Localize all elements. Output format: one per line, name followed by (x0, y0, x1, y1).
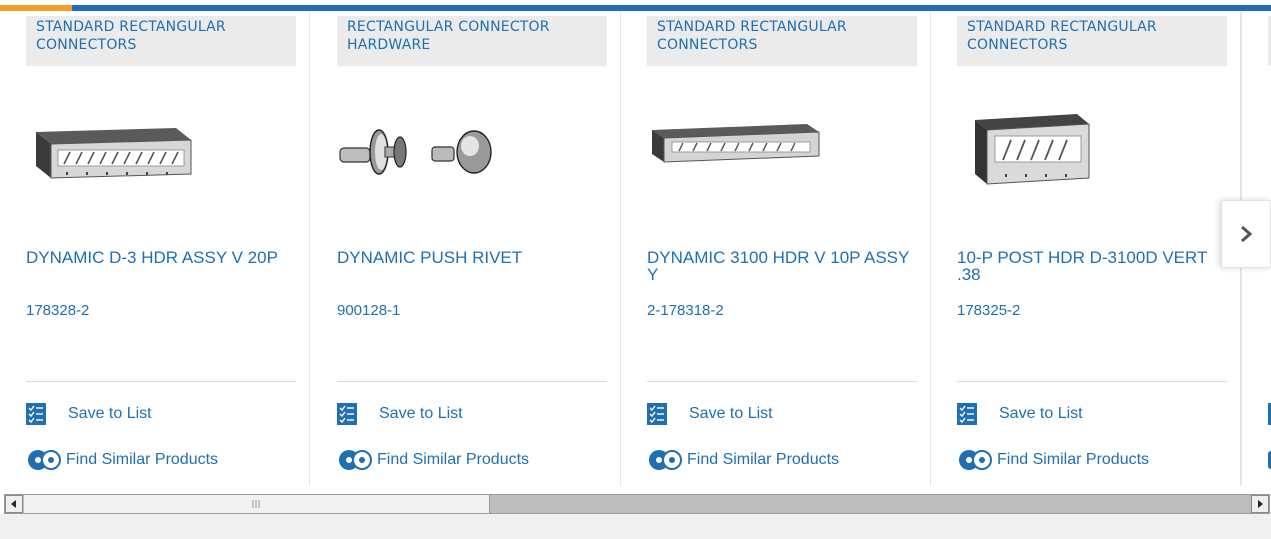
accent-bar-orange (0, 5, 72, 11)
grip-icon (252, 500, 260, 508)
product-card: RECTANGULAR CONNECTOR HARDWARE DYNAMIC P… (311, 12, 621, 486)
find-similar-products-button[interactable]: Find Similar Products (647, 449, 839, 471)
horizontal-scrollbar[interactable] (4, 494, 1270, 514)
find-similar-products-label: Find Similar Products (997, 451, 1150, 468)
find-similar-products-button[interactable]: Find Similar Products (337, 449, 529, 471)
save-to-list-button[interactable]: Save to List (647, 403, 773, 425)
product-name-link[interactable]: DYNAMIC 3100 HDR V 10P ASSY Y (647, 249, 922, 283)
top-accent-bar (0, 0, 1271, 12)
product-category-link[interactable]: STANDARD RECTANGULAR CONNECTORS (957, 16, 1227, 66)
find-similar-products-button[interactable]: Find Similar Products (26, 449, 218, 471)
product-card: STANDARD RECTANGULAR CONNECTORS 10-P POS… (931, 12, 1241, 486)
part-number-link[interactable]: 178325-2 (957, 302, 1020, 319)
similar-products-icon (339, 450, 372, 470)
product-category-link[interactable]: STANDARD RECTANGULAR CONNECTORS (26, 16, 296, 66)
save-to-list-label: Save to List (999, 405, 1083, 422)
scroll-right-button[interactable] (1251, 495, 1269, 513)
product-name-link[interactable]: DYNAMIC PUSH RIVET (337, 249, 612, 266)
chevron-right-icon (1241, 225, 1253, 243)
scrollbar-thumb[interactable] (24, 495, 490, 513)
similar-products-icon (959, 450, 992, 470)
arrow-left-icon (11, 500, 16, 508)
product-card: STANDARD RECTANGULAR CONNECTORS DYNAMIC … (621, 12, 931, 486)
part-number-link[interactable]: 2-178318-2 (647, 302, 724, 319)
similar-products-icon (649, 450, 682, 470)
product-category-link[interactable]: RECTANGULAR CONNECTOR HARDWARE (337, 16, 607, 66)
checklist-icon (337, 403, 357, 425)
product-image[interactable] (26, 102, 206, 192)
save-to-list-button[interactable]: Save to List (26, 403, 152, 425)
find-similar-products-button[interactable]: Find Similar Products (957, 449, 1149, 471)
divider (957, 381, 1227, 382)
carousel-next-button[interactable] (1221, 200, 1271, 268)
find-similar-products-label: Find Similar Products (377, 451, 530, 468)
product-image[interactable] (957, 102, 1137, 192)
scroll-left-button[interactable] (5, 495, 23, 513)
part-number-link[interactable]: 178328-2 (26, 302, 89, 319)
find-similar-products-label: Find Similar Products (66, 451, 219, 468)
product-name-link[interactable]: DYNAMIC D-3 HDR ASSY V 20P (26, 249, 301, 266)
product-category-link[interactable]: STANDARD RECTANGULAR CONNECTORS (647, 16, 917, 66)
accent-bar-blue (0, 5, 1271, 11)
part-number-link[interactable]: 900128-1 (337, 302, 400, 319)
divider (26, 381, 296, 382)
bottom-strip (0, 514, 1271, 539)
arrow-right-icon (1258, 500, 1263, 508)
checklist-icon (957, 403, 977, 425)
product-image[interactable] (337, 102, 517, 192)
save-to-list-button[interactable]: Save to List (957, 403, 1083, 425)
save-to-list-label: Save to List (379, 405, 463, 422)
save-to-list-label: Save to List (689, 405, 773, 422)
product-carousel: STANDARD RECTANGULAR CONNECTORS DYNAMIC … (0, 12, 1271, 492)
divider (337, 381, 607, 382)
divider (647, 381, 917, 382)
checklist-icon (26, 403, 46, 425)
save-to-list-label: Save to List (68, 405, 152, 422)
product-image[interactable] (647, 102, 827, 192)
similar-products-icon (28, 450, 61, 470)
find-similar-products-label: Find Similar Products (687, 451, 840, 468)
product-card: STANDARD RECTANGULAR CONNECTORS DYNAMIC … (0, 12, 310, 486)
save-to-list-button[interactable]: Save to List (337, 403, 463, 425)
checklist-icon (647, 403, 667, 425)
product-name-link[interactable]: 10-P POST HDR D-3100D VERT .38 (957, 249, 1232, 283)
